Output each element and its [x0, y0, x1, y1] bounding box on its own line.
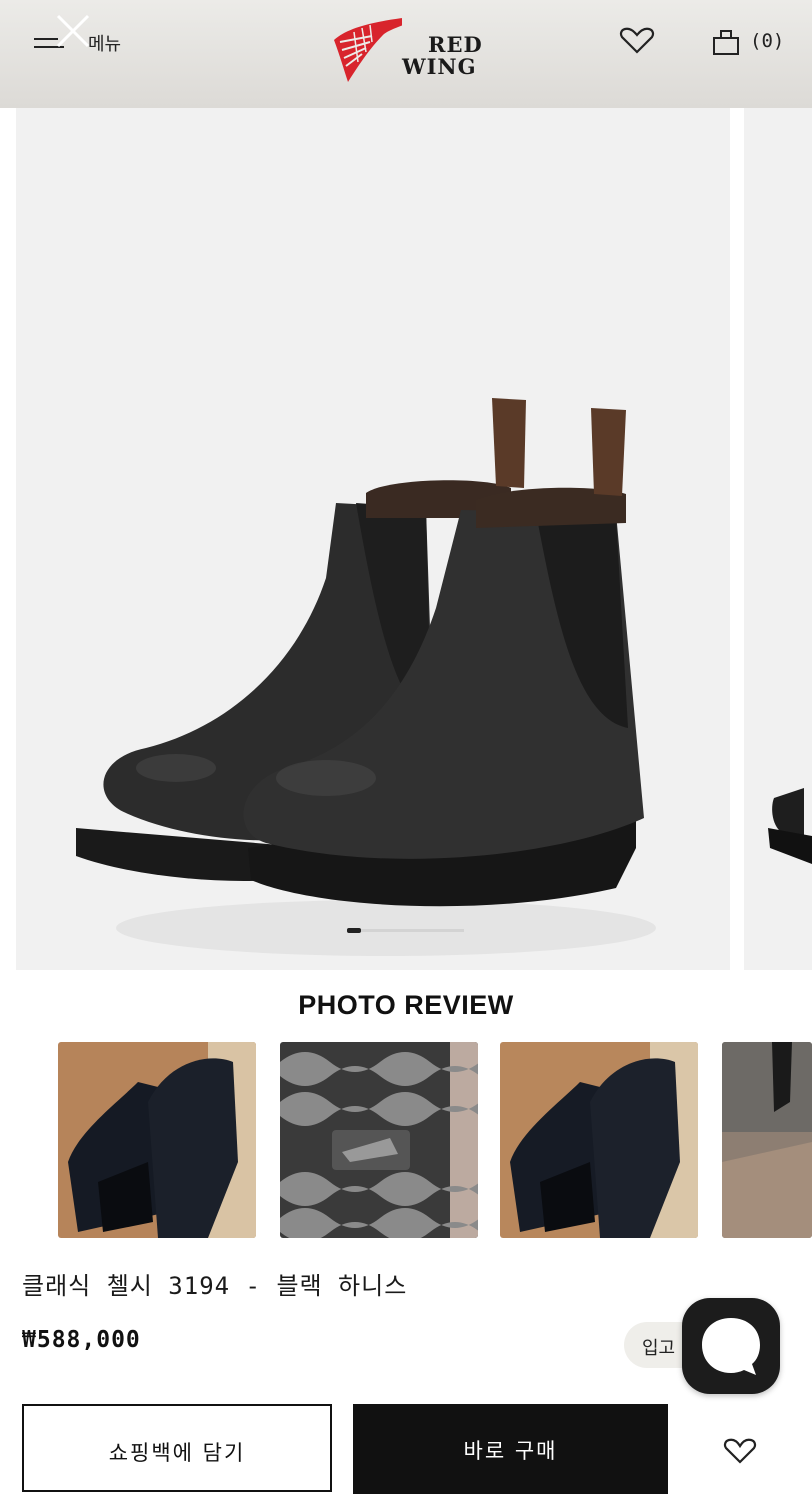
product-boots-image [76, 398, 656, 956]
chat-bubble-icon [702, 1318, 760, 1375]
photo-review-title: PHOTO REVIEW [298, 990, 514, 1020]
gallery-progress-fill [347, 928, 362, 933]
add-to-cart-button[interactable]: 쇼핑백에 담기 [22, 1404, 332, 1492]
add-to-cart-label: 쇼핑백에 담기 [108, 1441, 246, 1465]
brand-wordmark[interactable]: RED WING [398, 34, 483, 78]
cart-count[interactable]: (0) [750, 30, 784, 52]
wing-emblem-icon [334, 14, 436, 82]
product-price: ₩588,000 [22, 1327, 141, 1353]
top-header: 메뉴 RED WING (0) [0, 0, 812, 108]
gallery-progress-bar [347, 928, 464, 933]
chat-button[interactable] [682, 1298, 780, 1394]
review-photo[interactable] [722, 1042, 812, 1238]
heart-icon[interactable] [618, 26, 656, 56]
review-photo[interactable] [58, 1042, 256, 1238]
stock-badge-label: 입고 [642, 1338, 676, 1359]
product-image-slide[interactable] [16, 108, 730, 970]
buy-now-button[interactable]: 바로 구매 [353, 1404, 668, 1494]
menu-label[interactable]: 메뉴 [88, 30, 121, 56]
brand-line-2: WING [402, 54, 477, 79]
review-photo[interactable] [500, 1042, 698, 1238]
next-image-slide[interactable] [744, 108, 812, 970]
wishlist-heart-icon[interactable] [722, 1436, 758, 1466]
shopping-bag-icon[interactable] [712, 28, 742, 56]
brand-line-1: RED [428, 32, 483, 57]
next-boot-image [768, 788, 812, 864]
review-photo[interactable] [280, 1042, 478, 1238]
buy-now-label: 바로 구매 [463, 1439, 558, 1463]
product-name: 클래식 첼시 3194 - 블랙 하니스 [22, 1272, 408, 1300]
